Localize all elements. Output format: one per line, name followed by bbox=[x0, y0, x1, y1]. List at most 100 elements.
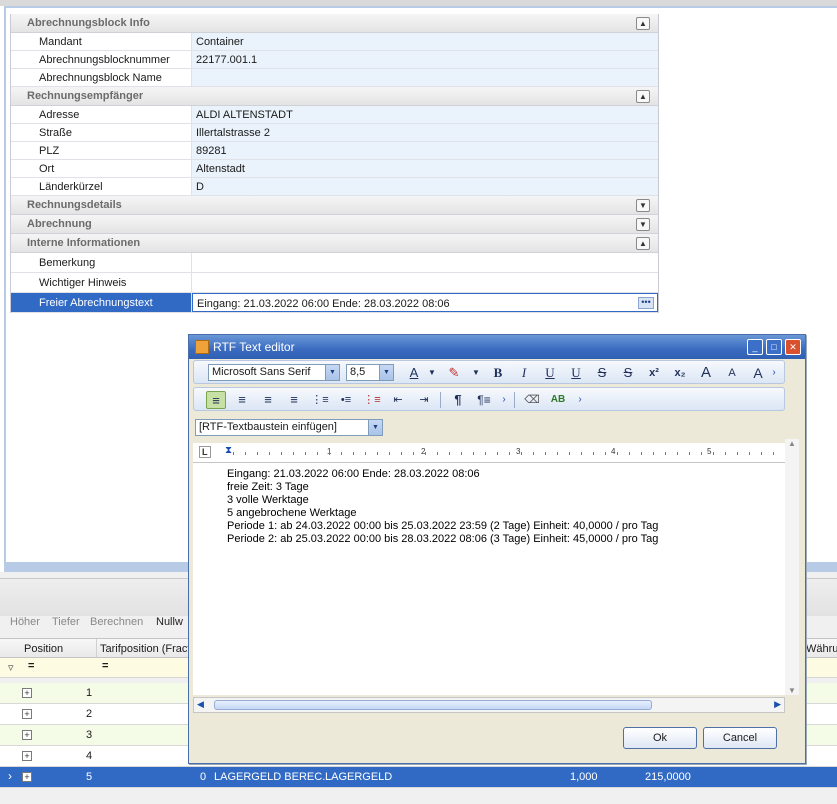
scroll-down-icon[interactable]: ▼ bbox=[788, 686, 796, 695]
expand-icon[interactable]: ▼ bbox=[636, 218, 650, 231]
font-case-icon[interactable]: A bbox=[748, 364, 768, 382]
expand-icon[interactable]: + bbox=[22, 709, 32, 719]
property-row-mandant[interactable]: Mandant Container bbox=[11, 33, 658, 51]
category-abrechnungsblock-info[interactable]: Abrechnungsblock Info ▲ bbox=[11, 14, 658, 33]
align-justify-icon[interactable]: ≡ bbox=[284, 391, 304, 409]
property-value[interactable] bbox=[192, 69, 658, 86]
pilcrow-icon[interactable]: ¶ bbox=[448, 391, 468, 409]
property-row-strasse[interactable]: Straße Illertalstrasse 2 bbox=[11, 124, 658, 142]
category-rechnungsempfaenger[interactable]: Rechnungsempfänger ▲ bbox=[11, 87, 658, 106]
multilevel-list-icon[interactable]: ⋮≡ bbox=[362, 391, 382, 409]
vertical-scrollbar[interactable]: ▲ ▼ bbox=[785, 439, 799, 695]
font-color-icon[interactable]: A bbox=[404, 364, 424, 382]
column-header-tarif[interactable]: Tarifposition (Fract bbox=[100, 643, 190, 655]
align-right-icon[interactable]: ≡ bbox=[258, 391, 278, 409]
bold-icon[interactable]: B bbox=[488, 364, 508, 382]
column-header-waehrung[interactable]: Währur bbox=[806, 643, 837, 655]
filter-operator[interactable]: = bbox=[102, 660, 108, 672]
expand-icon[interactable]: + bbox=[22, 688, 32, 698]
decrease-indent-icon[interactable]: ⇤ bbox=[388, 391, 408, 409]
expand-icon[interactable]: ▼ bbox=[636, 199, 650, 212]
scroll-left-icon[interactable]: ◀ bbox=[197, 699, 204, 710]
strikethrough-icon[interactable]: S bbox=[592, 364, 612, 382]
tab-stop-icon[interactable]: L bbox=[199, 446, 211, 458]
expand-icon[interactable]: + bbox=[22, 751, 32, 761]
paragraph-format-icon[interactable]: ¶≡ bbox=[474, 391, 494, 409]
expand-icon[interactable]: + bbox=[22, 730, 32, 740]
close-icon[interactable]: ✕ bbox=[785, 339, 801, 355]
superscript-icon[interactable]: x² bbox=[644, 364, 664, 382]
hoeher-button[interactable]: Höher bbox=[10, 616, 40, 628]
overflow-chevron-icon[interactable]: › bbox=[574, 391, 586, 409]
expand-icon[interactable]: + bbox=[22, 772, 32, 782]
align-left-icon[interactable]: ≡ bbox=[206, 391, 226, 409]
horizontal-scrollbar[interactable]: ◀ ▶ bbox=[193, 697, 785, 713]
property-row-plz[interactable]: PLZ 89281 bbox=[11, 142, 658, 160]
textbaustein-select[interactable]: [RTF-Textbaustein einfügen] ▼ bbox=[195, 419, 383, 436]
indent-marker-icon[interactable]: ⧗ bbox=[225, 445, 232, 456]
category-rechnungsdetails[interactable]: Rechnungsdetails ▼ bbox=[11, 196, 658, 215]
chevron-down-icon[interactable]: ▼ bbox=[466, 364, 486, 382]
nullw-button[interactable]: Nullw bbox=[156, 616, 183, 628]
ellipsis-button[interactable]: ••• bbox=[638, 297, 654, 309]
scrollbar-thumb[interactable] bbox=[214, 700, 652, 710]
maximize-icon[interactable]: □ bbox=[766, 339, 782, 355]
property-value[interactable]: ALDI ALTENSTADT bbox=[192, 106, 658, 123]
property-row-name[interactable]: Abrechnungsblock Name bbox=[11, 69, 658, 87]
collapse-icon[interactable]: ▲ bbox=[636, 237, 650, 250]
filter-icon[interactable]: ▿ bbox=[8, 661, 14, 674]
eraser-icon[interactable]: ⌫ bbox=[522, 391, 542, 409]
grow-font-icon[interactable]: A bbox=[696, 364, 716, 382]
shrink-font-icon[interactable]: A bbox=[722, 364, 742, 382]
table-row-selected[interactable]: › + 5 0 LAGERGELD BEREC... LAGERGELD 1,0… bbox=[0, 767, 837, 788]
font-select[interactable]: Microsoft Sans Serif ▼ bbox=[208, 364, 340, 381]
highlight-icon[interactable]: ✎ bbox=[444, 364, 464, 382]
property-value[interactable]: Illertalstrasse 2 bbox=[192, 124, 658, 141]
property-row-hinweis[interactable]: Wichtiger Hinweis bbox=[11, 273, 658, 293]
double-underline-icon[interactable]: U bbox=[566, 364, 586, 382]
italic-icon[interactable]: I bbox=[514, 364, 534, 382]
property-row-adresse[interactable]: Adresse ALDI ALTENSTADT bbox=[11, 106, 658, 124]
underline-icon[interactable]: U bbox=[540, 364, 560, 382]
filter-operator[interactable]: = bbox=[28, 660, 34, 672]
category-interne-informationen[interactable]: Interne Informationen ▲ bbox=[11, 234, 658, 253]
property-value[interactable]: 89281 bbox=[192, 142, 658, 159]
property-row-ort[interactable]: Ort Altenstadt bbox=[11, 160, 658, 178]
collapse-icon[interactable]: ▲ bbox=[636, 90, 650, 103]
property-value[interactable] bbox=[192, 253, 658, 272]
ok-button[interactable]: Ok bbox=[623, 727, 697, 749]
size-select[interactable]: 8,5 ▼ bbox=[346, 364, 394, 381]
column-header-position[interactable]: Position bbox=[24, 643, 63, 655]
increase-indent-icon[interactable]: ⇥ bbox=[414, 391, 434, 409]
property-row-nummer[interactable]: Abrechnungsblocknummer 22177.001.1 bbox=[11, 51, 658, 69]
overflow-chevron-icon[interactable]: › bbox=[768, 364, 780, 382]
subscript-icon[interactable]: x₂ bbox=[670, 364, 690, 382]
align-center-icon[interactable]: ≡ bbox=[232, 391, 252, 409]
bullet-list-icon[interactable]: •≡ bbox=[336, 391, 356, 409]
double-strikethrough-icon[interactable]: S bbox=[618, 364, 638, 382]
chevron-down-icon[interactable]: ▼ bbox=[422, 364, 442, 382]
dialog-titlebar[interactable]: RTF Text editor _ □ ✕ bbox=[189, 335, 805, 359]
property-value[interactable] bbox=[192, 273, 658, 292]
property-value[interactable]: Eingang: 21.03.2022 06:00 Ende: 28.03.20… bbox=[192, 293, 658, 312]
overflow-chevron-icon[interactable]: › bbox=[498, 391, 510, 409]
tiefer-button[interactable]: Tiefer bbox=[52, 616, 80, 628]
property-value[interactable]: Altenstadt bbox=[192, 160, 658, 177]
ruler[interactable]: L ⧗ 1 2 3 4 5 bbox=[193, 443, 785, 463]
property-value[interactable]: Container bbox=[192, 33, 658, 50]
rtf-editor-area[interactable]: Eingang: 21.03.2022 06:00 Ende: 28.03.20… bbox=[193, 463, 785, 695]
property-row-land[interactable]: Länderkürzel D bbox=[11, 178, 658, 196]
property-row-bemerkung[interactable]: Bemerkung bbox=[11, 253, 658, 273]
spellcheck-icon[interactable]: AB bbox=[548, 391, 568, 409]
property-value[interactable]: 22177.001.1 bbox=[192, 51, 658, 68]
property-value[interactable]: D bbox=[192, 178, 658, 195]
cancel-button[interactable]: Cancel bbox=[703, 727, 777, 749]
scroll-right-icon[interactable]: ▶ bbox=[774, 699, 781, 710]
scroll-up-icon[interactable]: ▲ bbox=[788, 439, 796, 448]
category-abrechnung[interactable]: Abrechnung ▼ bbox=[11, 215, 658, 234]
berechnen-button[interactable]: Berechnen bbox=[90, 616, 143, 628]
minimize-icon[interactable]: _ bbox=[747, 339, 763, 355]
collapse-icon[interactable]: ▲ bbox=[636, 17, 650, 30]
numbered-list-icon[interactable]: ⋮≡ bbox=[310, 391, 330, 409]
property-row-freier-text[interactable]: Freier Abrechnungstext Eingang: 21.03.20… bbox=[11, 293, 658, 313]
